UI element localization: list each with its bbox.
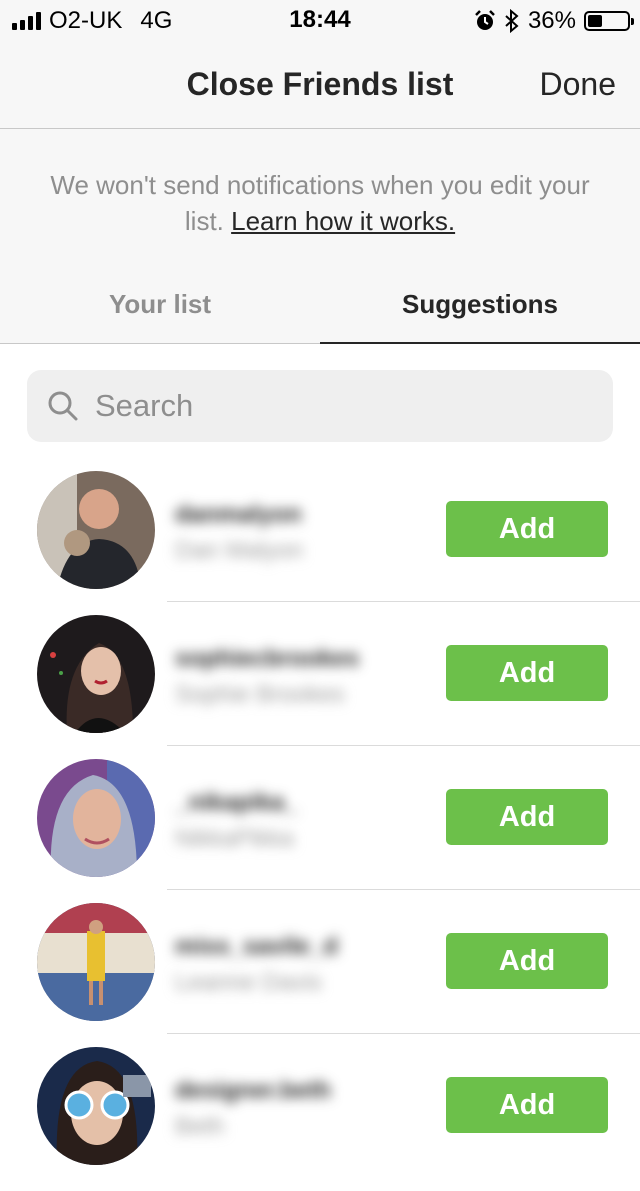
- alarm-icon: [475, 10, 495, 30]
- add-button[interactable]: Add: [446, 933, 608, 989]
- row-divider: [167, 1033, 640, 1034]
- done-button[interactable]: Done: [540, 66, 617, 103]
- full-name: Sophie Brookes: [175, 681, 345, 708]
- active-tab-indicator: [320, 342, 640, 344]
- avatar[interactable]: [37, 471, 155, 589]
- learn-more-link[interactable]: Learn how it works.: [231, 206, 455, 236]
- username: _nikapika_: [175, 789, 298, 816]
- full-name: Beth: [175, 1113, 225, 1140]
- add-button[interactable]: Add: [446, 645, 608, 701]
- list-item: _nikapika_ NikkaPikka Add: [0, 759, 640, 903]
- full-name: Dan Malyon: [175, 537, 304, 564]
- full-name: NikkaPikka: [175, 825, 294, 852]
- bluetooth-icon: [505, 9, 519, 33]
- battery-percent: 36%: [527, 7, 576, 34]
- add-button[interactable]: Add: [446, 1077, 608, 1133]
- list-item: designer.beth Beth Add: [0, 1047, 640, 1191]
- avatar[interactable]: [37, 903, 155, 1021]
- info-panel: We won't send notifications when you edi…: [0, 129, 640, 343]
- username: designer.beth: [175, 1077, 332, 1104]
- avatar[interactable]: [37, 1047, 155, 1165]
- list-item: sophiecbrookes Sophie Brookes Add: [0, 615, 640, 759]
- list-item: danmalyon Dan Malyon Add: [0, 471, 640, 615]
- battery-icon: [584, 11, 634, 31]
- row-divider: [167, 601, 640, 602]
- tab-suggestions[interactable]: Suggestions: [320, 289, 640, 320]
- search-bar[interactable]: [27, 370, 613, 442]
- info-message: We won't send notifications when you edi…: [30, 167, 610, 239]
- avatar[interactable]: [37, 759, 155, 877]
- avatar[interactable]: [37, 615, 155, 733]
- list-item: miss_savile_d Leanne Davis Add: [0, 903, 640, 1047]
- tab-bar: Your list Suggestions: [0, 273, 640, 343]
- username: sophiecbrookes: [175, 645, 360, 672]
- full-name: Leanne Davis: [175, 969, 322, 996]
- username: danmalyon: [175, 501, 302, 528]
- username: miss_savile_d: [175, 933, 338, 960]
- nav-bar: Close Friends list Done: [0, 40, 640, 129]
- tab-your-list[interactable]: Your list: [0, 289, 320, 320]
- add-button[interactable]: Add: [446, 501, 608, 557]
- search-input[interactable]: [95, 370, 595, 442]
- add-button[interactable]: Add: [446, 789, 608, 845]
- search-icon: [48, 391, 78, 421]
- row-divider: [167, 745, 640, 746]
- status-bar: O2-UK 4G 18:44 36%: [0, 0, 640, 40]
- row-divider: [167, 889, 640, 890]
- status-right: 36%: [474, 7, 634, 35]
